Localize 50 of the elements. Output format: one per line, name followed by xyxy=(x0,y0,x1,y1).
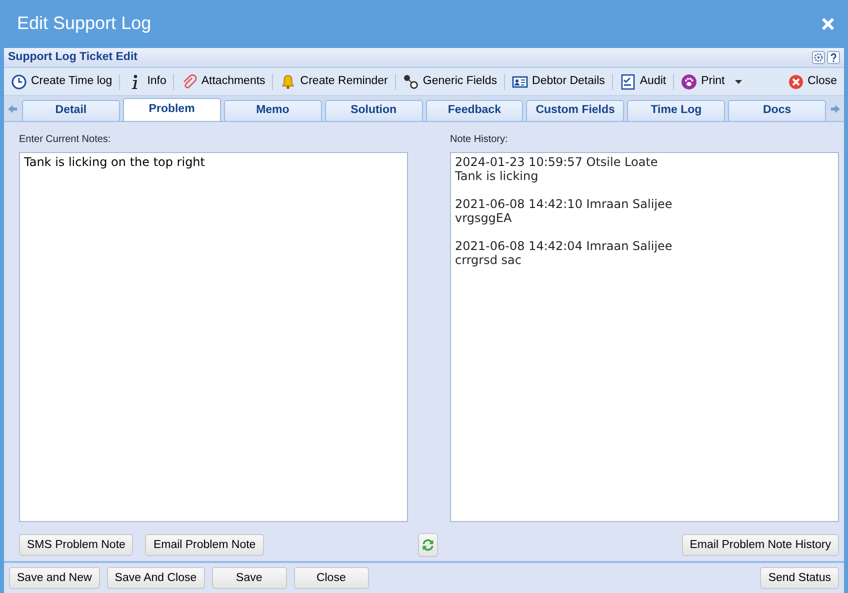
checklist-icon xyxy=(620,74,636,90)
refresh-icon[interactable] xyxy=(418,533,438,557)
field-label: Note History: xyxy=(450,133,509,147)
tab[interactable]: Detail xyxy=(22,100,120,121)
toolbar-button[interactable]: Create Time log xyxy=(8,70,116,92)
email-history-button[interactable]: Email Problem Note History xyxy=(682,534,839,556)
scroll-right-icon[interactable] xyxy=(831,104,840,112)
toolbar-button[interactable]: Attachments xyxy=(178,70,268,92)
tab[interactable]: Problem xyxy=(122,98,221,121)
paperclip-icon xyxy=(181,74,198,90)
tab[interactable]: Solution xyxy=(324,100,422,121)
nodes-icon xyxy=(402,74,419,90)
note-button[interactable]: SMS Problem Note xyxy=(19,534,134,556)
history-entry-text: Tank is licking xyxy=(455,169,540,183)
send-status-button[interactable]: Send Status xyxy=(760,567,839,589)
paw-icon xyxy=(681,74,698,90)
panel-title: Support Log Ticket Edit xyxy=(8,50,138,65)
settings-icon[interactable] xyxy=(812,51,825,64)
id-card-icon xyxy=(512,74,528,90)
close-icon[interactable] xyxy=(822,18,834,30)
footer-button[interactable]: Close xyxy=(294,567,369,589)
footer-button[interactable]: Save and New xyxy=(9,567,100,589)
field-label: Enter Current Notes: xyxy=(19,133,112,147)
toolbar-button[interactable]: Print xyxy=(678,70,745,92)
bell-icon xyxy=(280,74,296,90)
history-entry-header: 2024-01-23 10:59:57 Otsile Loate xyxy=(455,155,659,169)
toolbar-button[interactable]: Info xyxy=(124,70,170,92)
tab[interactable]: Feedback xyxy=(426,100,524,121)
toolbar-button[interactable]: Audit xyxy=(616,70,670,92)
help-icon[interactable] xyxy=(827,51,840,64)
toolbar-button[interactable]: Close xyxy=(784,70,840,92)
tab[interactable]: Time Log xyxy=(627,100,726,121)
toolbar-button[interactable]: Generic Fields xyxy=(400,70,500,92)
tab[interactable]: Docs xyxy=(728,100,826,121)
history-entry-header: 2021-06-08 14:42:04 Imraan Salijee xyxy=(455,239,674,253)
tab[interactable]: Custom Fields xyxy=(526,100,624,121)
history-entry-text: vrgsggEA xyxy=(455,211,513,225)
toolbar-button[interactable]: Create Reminder xyxy=(277,70,391,92)
footer-button[interactable]: Save xyxy=(212,567,287,589)
window-title: Edit Support Log xyxy=(17,13,152,35)
toolbar-button[interactable]: Debtor Details xyxy=(509,70,608,92)
history-entry-header: 2021-06-08 14:42:10 Imraan Salijee xyxy=(455,197,674,211)
notes-field[interactable]: Tank is licking on the top right xyxy=(19,152,408,522)
close-icon xyxy=(788,74,804,90)
scroll-left-icon[interactable] xyxy=(8,104,17,112)
clock-icon xyxy=(11,74,27,90)
history-entry-text: crrgrsd sac xyxy=(455,253,522,267)
tab[interactable]: Memo xyxy=(224,100,322,121)
note-button[interactable]: Email Problem Note xyxy=(145,534,264,556)
footer-button[interactable]: Save And Close xyxy=(106,567,205,589)
